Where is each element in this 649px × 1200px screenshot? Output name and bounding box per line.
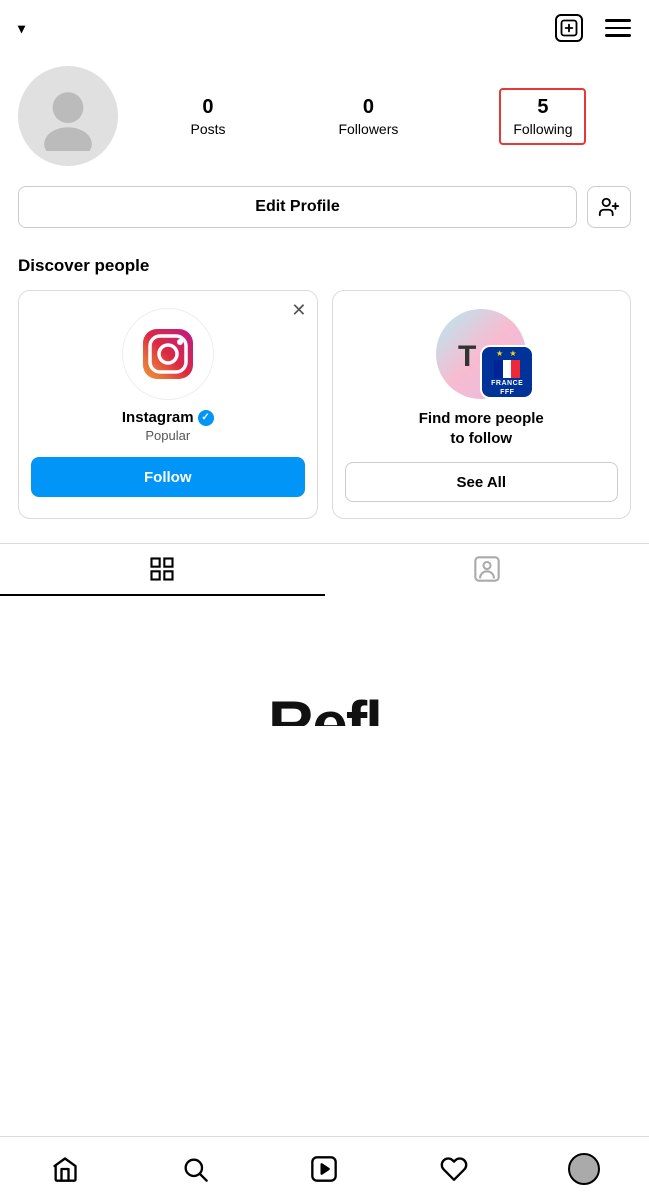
france-stars: ★ ★ [496, 349, 519, 358]
grid-icon [148, 555, 176, 583]
nav-search[interactable] [170, 1147, 220, 1191]
hamburger-line [605, 19, 631, 22]
profile-section: 0 Posts 0 Followers 5 Following [0, 56, 649, 186]
find-more-text: Find more people to follow [419, 409, 544, 448]
partial-reels-text: Refl [268, 692, 381, 756]
discover-cards: ✕ [18, 290, 631, 519]
nav-home[interactable] [40, 1147, 90, 1191]
add-person-button[interactable] [587, 186, 631, 228]
search-icon [181, 1155, 209, 1183]
content-area: Refl [0, 596, 649, 756]
instagram-logo [123, 309, 213, 399]
edit-profile-button[interactable]: Edit Profile [18, 186, 577, 228]
stat-posts[interactable]: 0 Posts [178, 90, 237, 143]
nav-profile[interactable] [559, 1147, 609, 1191]
discover-card-instagram: ✕ [18, 290, 318, 519]
top-bar-actions [555, 14, 631, 42]
find-more-images: T ★ ★ FRANCE FFF [436, 309, 526, 399]
discover-card-find-more: T ★ ★ FRANCE FFF Find more people to fol… [332, 290, 632, 519]
edit-profile-section: Edit Profile [0, 186, 649, 246]
nav-avatar [568, 1153, 600, 1185]
france-badge: ★ ★ FRANCE FFF [480, 345, 534, 399]
stats-container: 0 Posts 0 Followers 5 Following [134, 88, 631, 145]
username-area[interactable]: ▾ [18, 20, 555, 37]
tabs-section [0, 543, 649, 596]
tab-grid[interactable] [0, 544, 325, 596]
follow-instagram-button[interactable]: Follow [31, 457, 305, 497]
avatar[interactable] [18, 66, 118, 166]
bottom-nav [0, 1136, 649, 1200]
new-post-button[interactable] [555, 14, 583, 42]
heart-icon [440, 1155, 468, 1183]
close-card-button[interactable]: ✕ [291, 301, 306, 319]
chevron-down-icon: ▾ [18, 20, 25, 37]
stat-following[interactable]: 5 Following [499, 88, 586, 145]
card-instagram-subtitle: Popular [145, 428, 190, 443]
france-badge-fff: FFF [500, 389, 514, 396]
menu-button[interactable] [605, 19, 631, 37]
hamburger-line [605, 34, 631, 37]
person-tag-icon [473, 555, 501, 583]
play-square-icon [310, 1155, 338, 1183]
top-bar: ▾ [0, 0, 649, 56]
discover-section: Discover people ✕ [0, 246, 649, 533]
france-badge-label: FRANCE [491, 380, 523, 387]
hamburger-line [605, 27, 631, 30]
see-all-button[interactable]: See All [345, 462, 619, 502]
nav-reels[interactable] [299, 1147, 349, 1191]
card-instagram-name: Instagram [122, 409, 194, 426]
home-icon [51, 1155, 79, 1183]
card-instagram-name-row: Instagram ✓ [122, 409, 214, 426]
discover-title: Discover people [18, 256, 631, 276]
verified-badge: ✓ [198, 410, 214, 426]
svg-text:T: T [458, 340, 476, 373]
stat-followers[interactable]: 0 Followers [326, 90, 410, 143]
nav-heart[interactable] [429, 1147, 479, 1191]
tab-tagged[interactable] [325, 544, 649, 596]
